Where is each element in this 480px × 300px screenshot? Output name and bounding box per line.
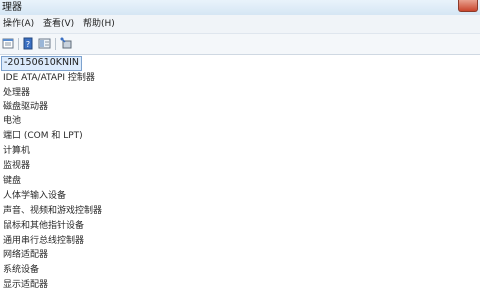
title-bar: 理器	[0, 0, 480, 15]
properties-icon[interactable]	[2, 37, 15, 50]
tree-node[interactable]: 监视器	[3, 159, 30, 173]
tree-node[interactable]: 显示适配器	[3, 278, 48, 292]
svg-text:?: ?	[26, 40, 30, 49]
tree-root-computer[interactable]: -20150610KNIN	[1, 56, 83, 71]
view-icon[interactable]	[38, 37, 51, 50]
tree-node[interactable]: 声音、视频和游戏控制器	[3, 204, 102, 218]
menu-action[interactable]: 操作(A)	[3, 18, 34, 30]
menu-help[interactable]: 帮助(H)	[83, 18, 115, 30]
menu-bar: 操作(A) 查看(V) 帮助(H)	[0, 15, 480, 34]
tree-node[interactable]: 系统设备	[3, 263, 39, 277]
tree-node[interactable]: 网络适配器	[3, 248, 48, 262]
toolbar-separator	[18, 38, 19, 50]
tree-node[interactable]: 磁盘驱动器	[3, 100, 48, 114]
tree-node[interactable]: IDE ATA/ATAPI 控制器	[3, 71, 95, 85]
tree-node[interactable]: 键盘	[3, 174, 21, 188]
menu-view[interactable]: 查看(V)	[43, 18, 74, 30]
tree-node[interactable]: 鼠标和其他指针设备	[3, 219, 84, 233]
tree-node[interactable]: 通用串行总线控制器	[3, 234, 84, 248]
help-icon[interactable]: ?	[22, 37, 35, 50]
tree-node[interactable]: 人体学输入设备	[3, 189, 66, 203]
tree-node[interactable]: 端口 (COM 和 LPT)	[3, 129, 83, 143]
tree-node[interactable]: 电池	[3, 114, 21, 128]
scan-hardware-icon[interactable]	[60, 37, 73, 50]
tree-node[interactable]: 处理器	[3, 86, 30, 100]
window-title: 理器	[2, 2, 22, 13]
close-window-button[interactable]	[458, 0, 478, 12]
toolbar-separator	[55, 38, 56, 50]
tree-node[interactable]: 计算机	[3, 144, 30, 158]
toolbar: ?	[0, 34, 480, 55]
